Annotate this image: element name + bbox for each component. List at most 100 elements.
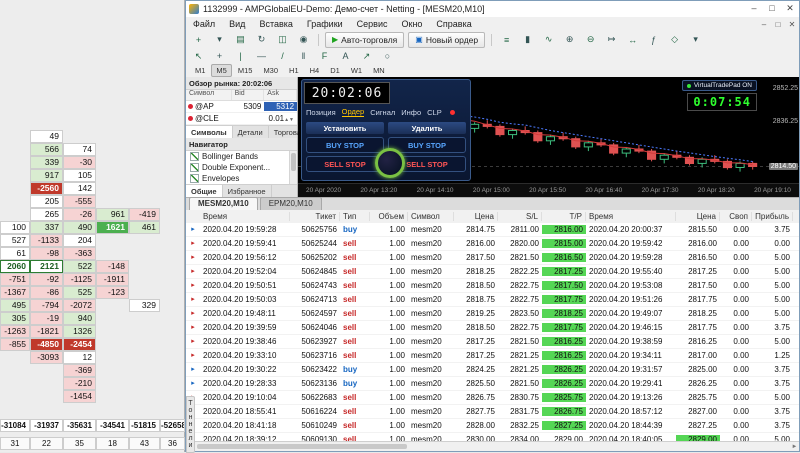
col-symbol[interactable]: Символ bbox=[186, 90, 232, 100]
horizontal-scrollbar[interactable]: ◄ ► bbox=[186, 441, 799, 451]
table-row[interactable]: ▸ 2020.04.20 19:59:41 50625244 sell 1.00 mesm… bbox=[186, 237, 799, 251]
menu-item-1[interactable]: Файл bbox=[186, 19, 222, 29]
candles-chart-icon[interactable]: ▮ bbox=[518, 32, 537, 48]
table-row[interactable]: ▸ 2020.04.20 19:48:11 50624597 sell 1.00 mesm… bbox=[186, 307, 799, 321]
menu-item-2[interactable]: Вид bbox=[222, 19, 252, 29]
timeframe-d1[interactable]: D1 bbox=[325, 64, 345, 77]
table-row[interactable]: ▸ 2020.04.20 19:28:33 50623136 buy 1.00 mesm2… bbox=[186, 377, 799, 391]
cursor-icon[interactable]: ↖ bbox=[189, 48, 208, 64]
history-col-5[interactable]: Символ bbox=[408, 212, 454, 221]
table-row[interactable]: ▸2020.04.20 18:55:4150616224sell1.00mesm… bbox=[186, 405, 799, 419]
navigator-tab-2[interactable]: Избранное bbox=[223, 185, 272, 197]
timeframe-h4[interactable]: H4 bbox=[305, 64, 325, 77]
chart-tab-2[interactable]: EPM20,M10 bbox=[259, 197, 322, 210]
col-ask[interactable]: Ask bbox=[264, 90, 297, 100]
arrow-icon[interactable]: ↗ bbox=[357, 48, 376, 64]
vline-icon[interactable]: | bbox=[231, 48, 250, 64]
shapes-icon[interactable]: ○ bbox=[378, 48, 397, 64]
table-row[interactable]: ▸ 2020.04.20 19:56:12 50625202 sell 1.00 mesm… bbox=[186, 251, 799, 265]
timeframe-h1[interactable]: H1 bbox=[284, 64, 304, 77]
minimize-button[interactable]: – bbox=[745, 2, 763, 16]
autotrade-button[interactable]: ▶ Авто-торговля bbox=[325, 31, 405, 48]
channel-icon[interactable]: ‖ bbox=[294, 48, 313, 64]
table-row[interactable]: ▸ 2020.04.20 19:50:03 50624713 sell 1.00 mesm… bbox=[186, 293, 799, 307]
table-row[interactable]: ▸ 2020.04.20 19:52:04 50624845 sell 1.00 mesm… bbox=[186, 265, 799, 279]
chart-shift-icon[interactable]: ↔ bbox=[623, 32, 642, 48]
navigator-item-2[interactable]: Double Exponent... bbox=[186, 162, 289, 173]
refresh-icon[interactable]: ↻ bbox=[252, 32, 271, 48]
col-bid[interactable]: Bid bbox=[232, 90, 265, 100]
timeframe-m1[interactable]: M1 bbox=[190, 64, 210, 77]
close-button[interactable]: ✕ bbox=[781, 2, 799, 16]
timeframe-m30[interactable]: M30 bbox=[258, 64, 283, 77]
navigator-tab-1[interactable]: Общие bbox=[186, 185, 223, 197]
vtp-tab-ордер[interactable]: Ордер bbox=[341, 107, 365, 117]
child-minimize-button[interactable]: – bbox=[757, 20, 771, 29]
objects-icon[interactable]: ◇ bbox=[665, 32, 684, 48]
trendline-icon[interactable]: / bbox=[273, 48, 292, 64]
history-col-12[interactable]: Прибыль bbox=[752, 212, 793, 221]
bars-chart-icon[interactable]: ≡ bbox=[497, 32, 516, 48]
history-col-9[interactable]: Время bbox=[586, 212, 676, 221]
history-col-6[interactable]: Цена bbox=[454, 212, 498, 221]
scrollbar-thumb[interactable] bbox=[197, 444, 407, 449]
menu-item-3[interactable]: Вставка bbox=[252, 19, 299, 29]
history-col-4[interactable]: Объем bbox=[370, 212, 408, 221]
buy-stop-set-button[interactable]: BUY STOP bbox=[306, 137, 384, 153]
zoom-out-icon[interactable]: ⊖ bbox=[581, 32, 600, 48]
text-icon[interactable]: A bbox=[336, 48, 355, 64]
maximize-button[interactable]: □ bbox=[763, 2, 781, 16]
timeframe-w1[interactable]: W1 bbox=[346, 64, 367, 77]
alerts-icon[interactable]: ◉ bbox=[294, 32, 313, 48]
profiles-icon[interactable]: ▤ bbox=[231, 32, 250, 48]
market-row-cle[interactable]: @CLE 0.01▲▼ bbox=[186, 113, 297, 125]
crosshair-icon[interactable]: + bbox=[210, 48, 229, 64]
menu-item-4[interactable]: Графики bbox=[300, 19, 350, 29]
timeframes-icon[interactable]: ▾ bbox=[686, 32, 705, 48]
navigator-scrollbar[interactable] bbox=[289, 151, 297, 184]
navigator-item-1[interactable]: Bollinger Bands bbox=[186, 151, 289, 162]
child-close-button[interactable]: ✕ bbox=[785, 20, 799, 29]
scroll-right-arrow[interactable]: ► bbox=[790, 444, 799, 450]
chart-dropdown-icon[interactable]: ▾ bbox=[210, 32, 229, 48]
vtp-tab-инфо[interactable]: Инфо bbox=[401, 108, 421, 117]
line-chart-icon[interactable]: ∿ bbox=[539, 32, 558, 48]
toolbox-vertical-tab[interactable]: Тоннели bbox=[186, 396, 195, 453]
table-row[interactable]: ▸ 2020.04.20 19:33:10 50623716 sell 1.00 mesm… bbox=[186, 349, 799, 363]
menu-item-5[interactable]: Сервис bbox=[350, 19, 395, 29]
vtp-tab-позиция[interactable]: Позиция bbox=[306, 108, 336, 117]
history-col-11[interactable]: Своп bbox=[720, 212, 752, 221]
child-restore-button[interactable]: □ bbox=[771, 20, 785, 29]
history-col-3[interactable]: Тип bbox=[340, 212, 370, 221]
table-row[interactable]: ▸ 2020.04.20 19:39:59 50624046 sell 1.00 mesm… bbox=[186, 321, 799, 335]
market-tab-2[interactable]: Детали bbox=[233, 126, 269, 138]
table-row[interactable]: ▸ 2020.04.20 19:50:51 50624743 sell 1.00 mesm… bbox=[186, 279, 799, 293]
history-col-1[interactable]: Время bbox=[200, 212, 290, 221]
history-col-8[interactable]: T/P bbox=[542, 212, 586, 221]
history-col-2[interactable]: Тикет bbox=[290, 212, 340, 221]
table-row[interactable]: ▸ 2020.04.20 19:30:22 50623422 buy 1.00 mesm2… bbox=[186, 363, 799, 377]
hline-icon[interactable]: — bbox=[252, 48, 271, 64]
table-row[interactable]: ▸2020.04.20 19:10:0450622683sell1.00mesm… bbox=[186, 391, 799, 405]
tile-windows-icon[interactable]: ◫ bbox=[273, 32, 292, 48]
timeframe-m5[interactable]: M5 bbox=[211, 64, 232, 77]
history-col-10[interactable]: Цена bbox=[676, 212, 720, 221]
fibonacci-icon[interactable]: F bbox=[315, 48, 334, 64]
vtp-tab-clp[interactable]: CLP bbox=[427, 108, 442, 117]
indicators-icon[interactable]: ƒ bbox=[644, 32, 663, 48]
timeframe-mn[interactable]: MN bbox=[368, 64, 390, 77]
table-row[interactable]: ▸2020.04.20 18:41:1850610249sell1.00mesm… bbox=[186, 419, 799, 433]
table-row[interactable]: ▸ 2020.04.20 19:38:46 50623927 sell 1.00 mesm… bbox=[186, 335, 799, 349]
scrollbar-thumb[interactable] bbox=[291, 153, 296, 171]
new-chart-icon[interactable]: + bbox=[189, 32, 208, 48]
table-row[interactable]: ▸ 2020.04.20 19:59:28 50625756 buy 1.00 mesm2… bbox=[186, 223, 799, 237]
menu-item-6[interactable]: Окно bbox=[395, 19, 430, 29]
history-col-7[interactable]: S/L bbox=[498, 212, 542, 221]
spinner-icon[interactable]: ▲▼ bbox=[284, 117, 294, 123]
navigator-item-3[interactable]: Envelopes bbox=[186, 173, 289, 184]
price-chart[interactable]: 2852.25 2836.25 2814.50 20 Apr 2020 20 Apr … bbox=[298, 77, 799, 197]
chart-tab-1[interactable]: MESM20,M10 bbox=[189, 197, 258, 210]
market-row-ap[interactable]: @AP 5309 5312 bbox=[186, 101, 298, 113]
zoom-in-icon[interactable]: ⊕ bbox=[560, 32, 579, 48]
new-order-button[interactable]: ▣ Новый ордер bbox=[408, 31, 486, 48]
